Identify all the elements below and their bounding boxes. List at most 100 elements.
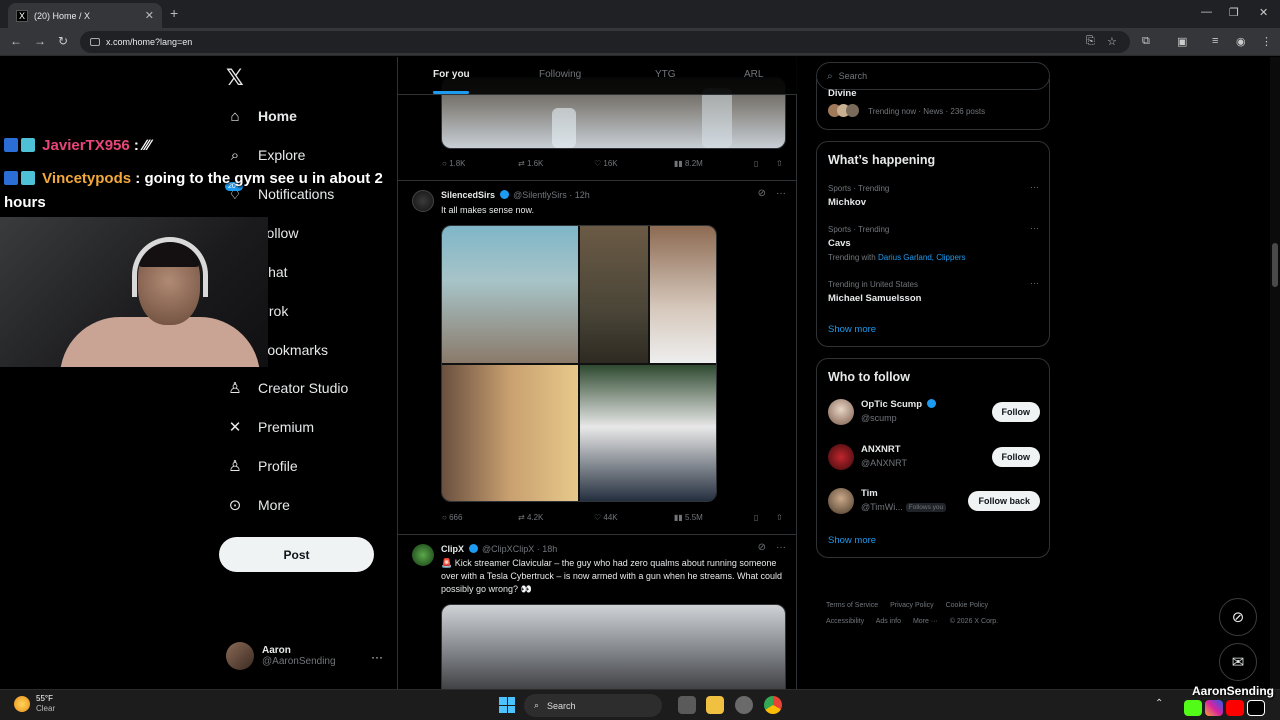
footer-link[interactable]: Terms of Service — [826, 602, 878, 609]
chrome-icon[interactable] — [764, 696, 782, 714]
tray-overflow-icon[interactable]: ⌃ — [1155, 698, 1163, 709]
grok-explain-icon[interactable]: ⊘ — [758, 542, 766, 553]
weather-widget[interactable]: 55°F Clear — [14, 694, 55, 714]
author-name[interactable]: SilencedSirs — [441, 190, 495, 200]
avatar[interactable] — [828, 399, 854, 425]
tab-following[interactable]: Following — [539, 69, 581, 80]
restore-icon[interactable]: ❐ — [1229, 6, 1239, 19]
views-button[interactable]: ▮▮ 5.5M — [674, 513, 703, 522]
footer-link[interactable]: Accessibility — [826, 618, 864, 625]
grok-explain-icon[interactable]: ⊘ — [758, 188, 766, 199]
repost-button[interactable]: ⇄ 1.6K — [518, 159, 543, 168]
trend-more-icon[interactable]: ··· — [1030, 223, 1039, 233]
back-icon[interactable]: ← — [10, 34, 22, 48]
sidebar-item-premium[interactable]: ✕ Premium — [226, 418, 314, 436]
sidebar-item-creator-studio[interactable]: ♙ Creator Studio — [226, 379, 348, 397]
account-name[interactable]: OpTic Scump — [861, 399, 938, 410]
author-name[interactable]: ClipX — [441, 544, 464, 554]
footer-link[interactable]: Cookie Policy — [946, 602, 988, 609]
media-photo[interactable] — [580, 226, 648, 363]
bookmark-icon[interactable]: ▯ — [754, 159, 758, 168]
tab-ytg[interactable]: YTG — [655, 69, 676, 80]
share-icon[interactable]: ⇧ — [776, 159, 783, 168]
windows-start-icon[interactable] — [499, 697, 515, 713]
trend-name[interactable]: Cavs — [828, 238, 851, 249]
share-icon[interactable]: ⇧ — [776, 513, 783, 522]
show-more-link[interactable]: Show more — [828, 324, 876, 335]
follow-suggestion[interactable]: Tim @TimWi... Follows you Follow back — [828, 488, 1040, 516]
page-scrollbar[interactable] — [1270, 57, 1280, 689]
taskbar-search[interactable]: ⌕ Search — [524, 694, 662, 717]
trending-now-card[interactable]: Divine Trending now · News · 236 posts — [816, 79, 1050, 130]
post-time[interactable]: 18h — [542, 544, 557, 554]
install-app-icon[interactable]: ⎘ — [1086, 35, 1095, 48]
sidebar-icon[interactable]: ▣ — [1177, 35, 1187, 48]
bookmark-star-icon[interactable]: ☆ — [1107, 35, 1117, 48]
reply-button[interactable]: ○ 666 — [442, 513, 462, 522]
reload-icon[interactable]: ↻ — [58, 34, 68, 48]
window-close-icon[interactable]: ✕ — [1259, 6, 1268, 19]
repost-button[interactable]: ⇄ 4.2K — [518, 513, 543, 522]
new-tab-icon[interactable]: + — [170, 5, 178, 21]
follow-button[interactable]: Follow — [991, 402, 1040, 422]
post-time[interactable]: 12h — [575, 190, 590, 200]
sidebar-item-explore[interactable]: ⌕ Explore — [226, 146, 306, 164]
messages-float-button[interactable]: ✉ — [1219, 643, 1257, 681]
minimize-icon[interactable]: — — [1201, 6, 1212, 18]
trend-name[interactable]: Michkov — [828, 197, 866, 208]
follow-suggestion[interactable]: ANXNRT @ANXNRT Follow — [828, 444, 1040, 472]
grok-float-button[interactable]: ⊘ — [1219, 598, 1257, 636]
avatar[interactable] — [828, 444, 854, 470]
x-logo-icon[interactable]: 𝕏 — [226, 65, 244, 91]
reply-button[interactable]: ○ 1.8K — [442, 159, 466, 168]
avatar[interactable] — [828, 488, 854, 514]
trend-related-links[interactable]: Darius Garland, Clippers — [878, 253, 966, 262]
file-explorer-icon[interactable] — [706, 696, 724, 714]
follow-back-button[interactable]: Follow back — [968, 491, 1040, 511]
account-more-icon[interactable]: ··· — [371, 650, 383, 664]
trend-more-icon[interactable]: ··· — [1030, 182, 1039, 192]
forward-icon[interactable]: → — [34, 34, 46, 48]
task-view-icon[interactable] — [678, 696, 696, 714]
media-photo[interactable] — [580, 365, 716, 501]
post-more-icon[interactable]: ··· — [776, 542, 786, 553]
follow-button[interactable]: Follow — [991, 447, 1040, 467]
media-controls-icon[interactable]: ≡ — [1212, 35, 1218, 47]
scrollbar-thumb[interactable] — [1272, 243, 1278, 287]
follow-suggestion[interactable]: OpTic Scump @scump Follow — [828, 399, 1040, 427]
browser-menu-icon[interactable]: ⋮ — [1261, 35, 1272, 48]
media-photo[interactable] — [442, 365, 578, 501]
extensions-icon[interactable]: ⧉ — [1142, 35, 1150, 48]
like-button[interactable]: ♡ 44K — [594, 513, 618, 522]
author-handle[interactable]: @ClipXClipX — [482, 544, 534, 554]
sidebar-item-home[interactable]: ⌂ Home — [226, 107, 296, 125]
avatar[interactable] — [412, 190, 434, 212]
trend-more-icon[interactable]: ··· — [1030, 278, 1039, 288]
account-name[interactable]: ANXNRT — [861, 444, 901, 455]
account-name[interactable]: Tim — [861, 488, 878, 499]
avatar[interactable] — [412, 544, 434, 566]
media-photo[interactable] — [650, 226, 716, 363]
tab-for-you[interactable]: For you — [433, 69, 470, 80]
app-icon[interactable] — [735, 696, 753, 714]
author-handle[interactable]: @SilentlySirs — [513, 190, 567, 200]
account-switcher[interactable]: Aaron @AaronSending — [226, 642, 336, 670]
close-tab-icon[interactable]: ✕ — [145, 9, 154, 22]
footer-link[interactable]: Ads info — [876, 618, 901, 625]
views-button[interactable]: ▮▮ 8.2M — [674, 159, 703, 168]
footer-link[interactable]: Privacy Policy — [890, 602, 934, 609]
trend-name[interactable]: Michael Samuelsson — [828, 293, 921, 304]
footer-link[interactable]: More ··· — [913, 618, 938, 625]
tab-arl[interactable]: ARL — [744, 69, 763, 80]
post-button[interactable]: Post — [219, 537, 374, 572]
show-more-link[interactable]: Show more — [828, 535, 876, 546]
post-more-icon[interactable]: ··· — [776, 188, 786, 199]
post-media[interactable] — [441, 604, 786, 689]
bookmark-icon[interactable]: ▯ — [754, 513, 758, 522]
address-bar[interactable]: x.com/home?lang=en — [80, 31, 1130, 53]
profile-icon[interactable]: ◉ — [1236, 35, 1246, 48]
site-info-icon[interactable] — [90, 38, 100, 46]
browser-tab[interactable]: X (20) Home / X ✕ — [8, 3, 162, 28]
sidebar-item-profile[interactable]: ♙ Profile — [226, 457, 297, 475]
media-photo[interactable] — [442, 226, 578, 363]
